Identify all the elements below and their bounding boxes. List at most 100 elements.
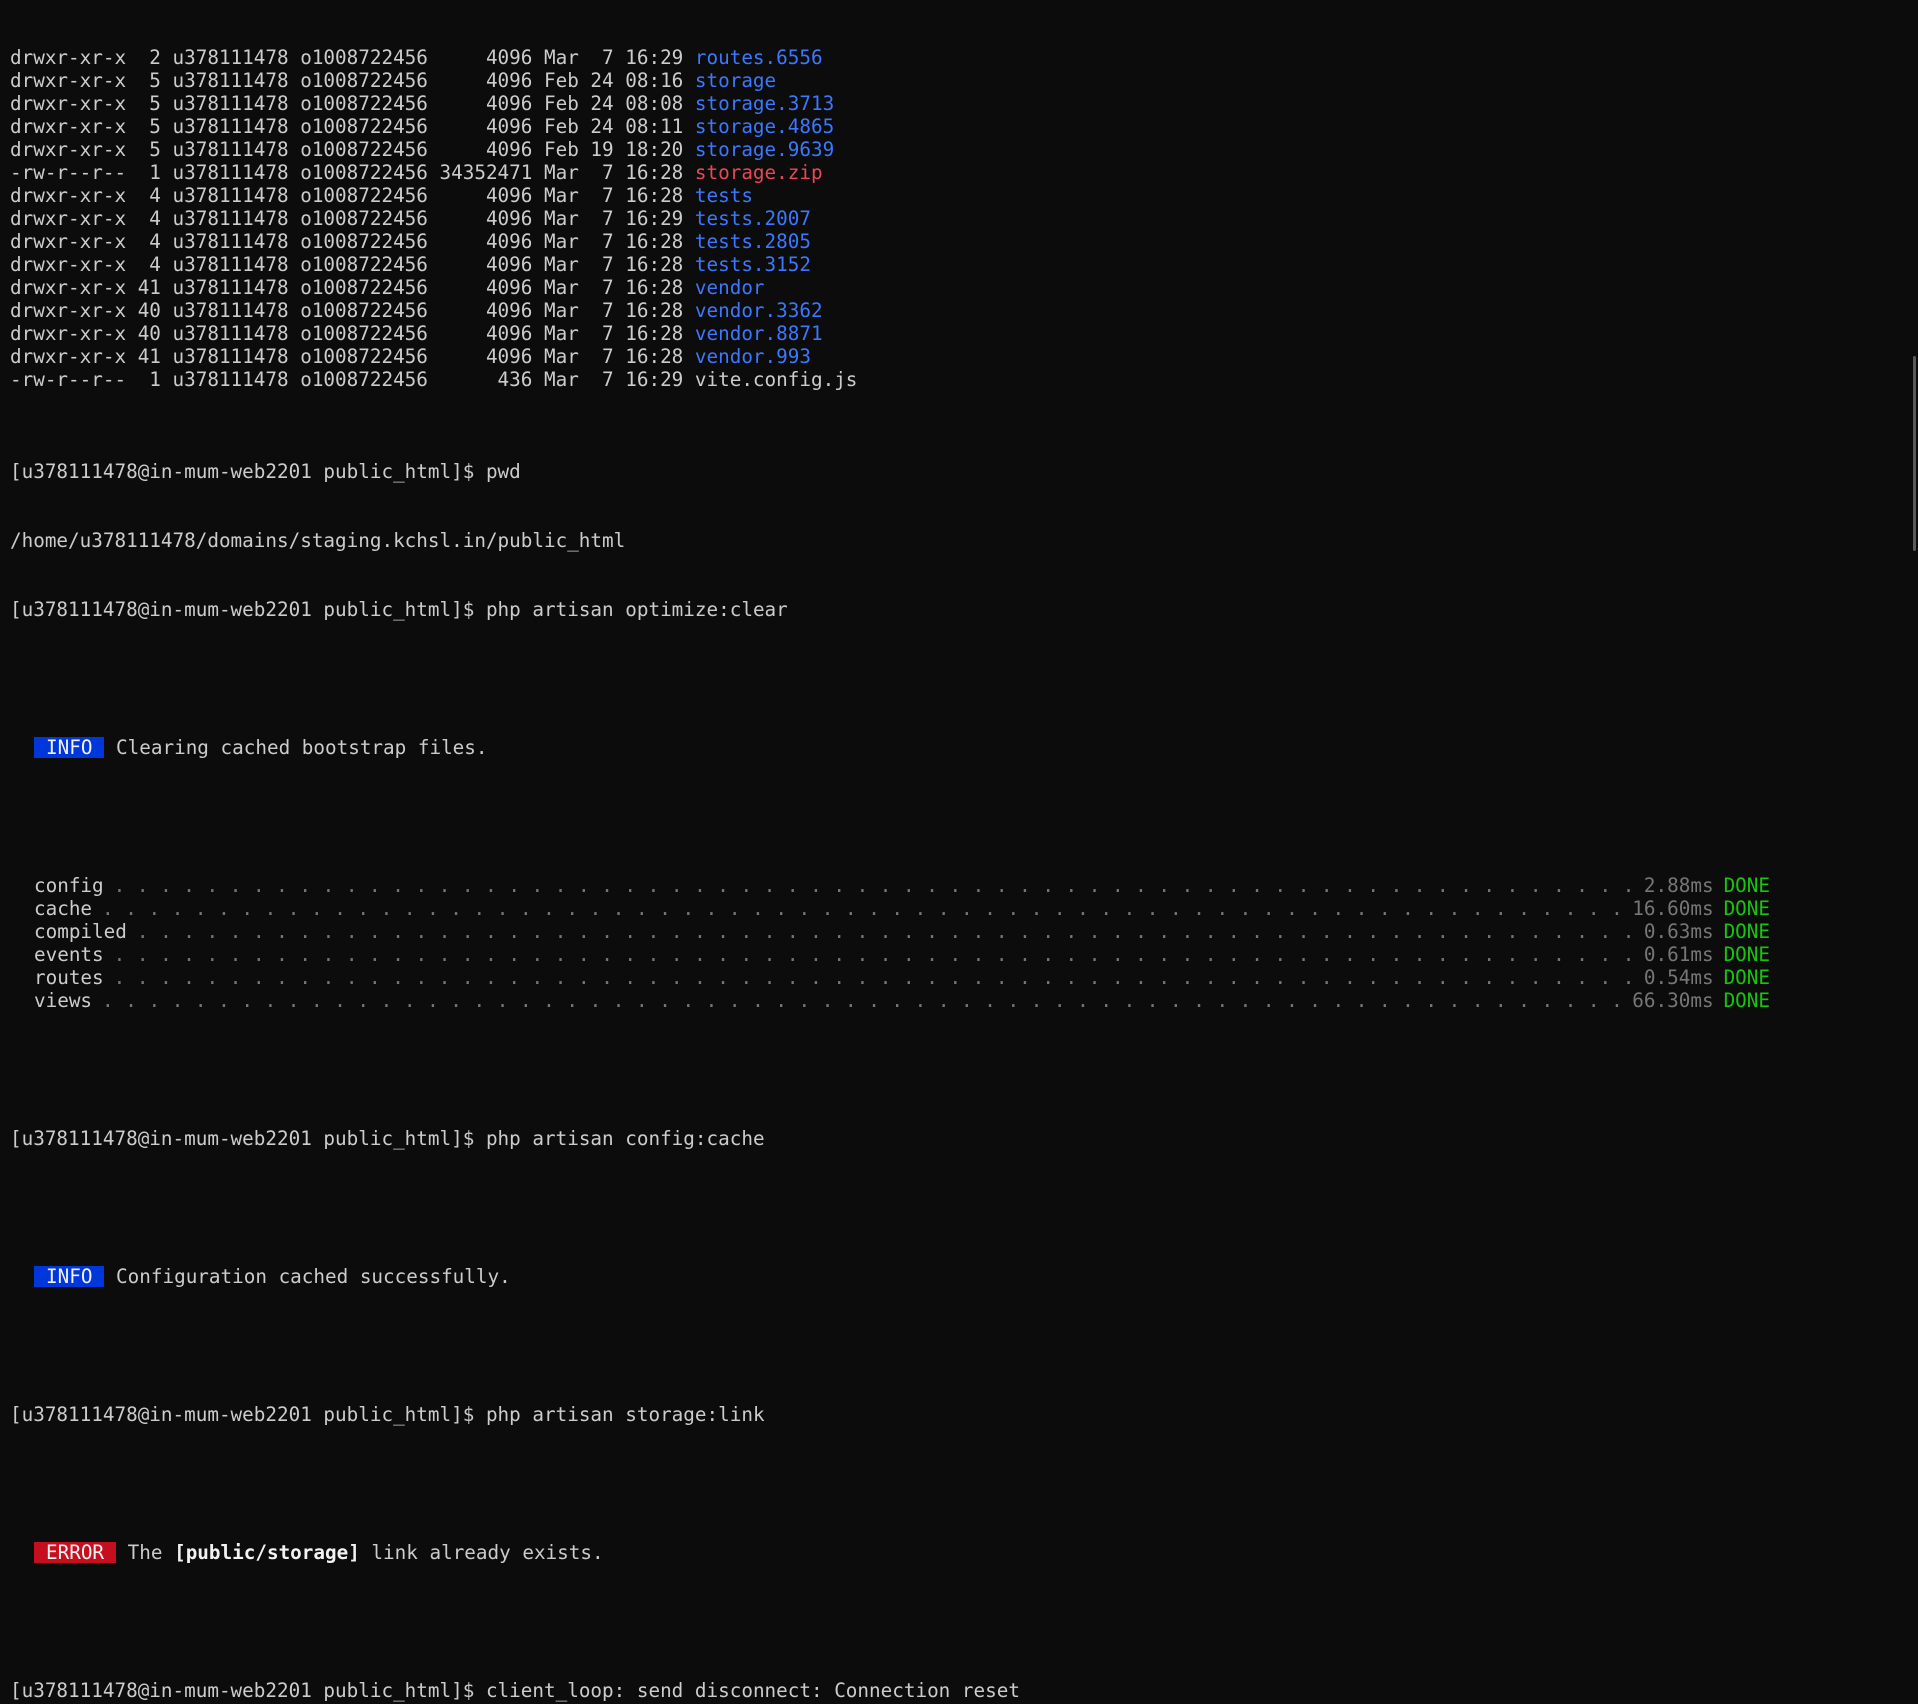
error-text-post: link already exists. — [359, 1541, 604, 1564]
file-meta: drwxr-xr-x 5 u378111478 o1008722456 4096… — [10, 138, 695, 161]
info-message-config: INFO Configuration cached successfully. — [10, 1265, 1906, 1288]
task-duration: 16.60ms — [1632, 897, 1714, 920]
file-name: vendor — [694, 276, 765, 299]
command-text: php artisan storage:link — [485, 1403, 765, 1426]
info-text: Clearing cached bootstrap files. — [116, 736, 488, 759]
listing-row: drwxr-xr-x 41 u378111478 o1008722456 409… — [10, 276, 1906, 299]
listing-row: -rw-r--r-- 1 u378111478 o1008722456 436 … — [10, 368, 1906, 391]
command-text: php artisan optimize:clear — [485, 598, 788, 621]
shell-prompt: [u378111478@in-mum-web2201 public_html]$ — [10, 1127, 486, 1150]
scrollbar-thumb[interactable] — [1913, 356, 1916, 551]
command-line-pwd: [u378111478@in-mum-web2201 public_html]$… — [10, 460, 1906, 483]
task-name: routes — [34, 966, 104, 989]
task-row: views . . . . . . . . . . . . . . . . . … — [10, 989, 1770, 1012]
task-name: views — [34, 989, 93, 1012]
task-status: DONE — [1723, 897, 1770, 920]
task-leader-dots: . . . . . . . . . . . . . . . . . . . . … — [136, 920, 1634, 943]
task-list: config . . . . . . . . . . . . . . . . .… — [10, 874, 1906, 1012]
task-row: cache . . . . . . . . . . . . . . . . . … — [10, 897, 1770, 920]
file-name: tests.3152 — [694, 253, 811, 276]
file-name: vendor.3362 — [694, 299, 823, 322]
file-name: storage — [694, 69, 777, 92]
file-name: routes.6556 — [694, 46, 823, 69]
task-name: compiled — [34, 920, 127, 943]
listing-row: drwxr-xr-x 4 u378111478 o1008722456 4096… — [10, 230, 1906, 253]
disconnect-message: client_loop: send disconnect: Connection… — [485, 1679, 1020, 1702]
file-name: storage.9639 — [694, 138, 835, 161]
task-name: cache — [34, 897, 93, 920]
task-name: events — [34, 943, 104, 966]
error-path: [public/storage] — [174, 1541, 360, 1564]
shell-prompt: [u378111478@in-mum-web2201 public_html]$ — [10, 598, 486, 621]
task-duration: 0.63ms — [1643, 920, 1714, 943]
file-meta: drwxr-xr-x 5 u378111478 o1008722456 4096… — [10, 69, 695, 92]
file-name: tests — [694, 184, 753, 207]
file-meta: drwxr-xr-x 41 u378111478 o1008722456 409… — [10, 345, 695, 368]
file-meta: drwxr-xr-x 41 u378111478 o1008722456 409… — [10, 276, 695, 299]
listing-row: drwxr-xr-x 5 u378111478 o1008722456 4096… — [10, 92, 1906, 115]
task-duration: 66.30ms — [1632, 989, 1714, 1012]
listing-row: drwxr-xr-x 40 u378111478 o1008722456 409… — [10, 322, 1906, 345]
command-line-last: [u378111478@in-mum-web2201 public_html]$… — [10, 1679, 1906, 1702]
command-line-optimize: [u378111478@in-mum-web2201 public_html]$… — [10, 598, 1906, 621]
task-name: config — [34, 874, 104, 897]
file-name: storage.zip — [694, 161, 823, 184]
task-leader-dots: . . . . . . . . . . . . . . . . . . . . … — [113, 874, 1634, 897]
error-message: ERROR The [public/storage] link already … — [10, 1541, 1906, 1564]
listing-row: drwxr-xr-x 4 u378111478 o1008722456 4096… — [10, 207, 1906, 230]
listing-row: drwxr-xr-x 41 u378111478 o1008722456 409… — [10, 345, 1906, 368]
file-meta: drwxr-xr-x 5 u378111478 o1008722456 4096… — [10, 92, 695, 115]
task-status: DONE — [1723, 989, 1770, 1012]
file-meta: -rw-r--r-- 1 u378111478 o1008722456 436 … — [10, 368, 695, 391]
file-meta: -rw-r--r-- 1 u378111478 o1008722456 3435… — [10, 161, 695, 184]
listing-row: drwxr-xr-x 5 u378111478 o1008722456 4096… — [10, 115, 1906, 138]
file-name: tests.2805 — [694, 230, 811, 253]
task-leader-dots: . . . . . . . . . . . . . . . . . . . . … — [113, 943, 1634, 966]
file-meta: drwxr-xr-x 40 u378111478 o1008722456 409… — [10, 322, 695, 345]
file-name: storage.4865 — [694, 115, 835, 138]
info-badge: INFO — [34, 1266, 105, 1287]
task-row: config . . . . . . . . . . . . . . . . .… — [10, 874, 1770, 897]
task-status: DONE — [1723, 920, 1770, 943]
terminal-output[interactable]: drwxr-xr-x 2 u378111478 o1008722456 4096… — [10, 0, 1906, 1702]
pwd-output: /home/u378111478/domains/staging.kchsl.i… — [10, 529, 626, 552]
file-meta: drwxr-xr-x 5 u378111478 o1008722456 4096… — [10, 115, 695, 138]
file-meta: drwxr-xr-x 2 u378111478 o1008722456 4096… — [10, 46, 695, 69]
file-name: storage.3713 — [694, 92, 835, 115]
command-text: pwd — [485, 460, 521, 483]
listing-row: drwxr-xr-x 5 u378111478 o1008722456 4096… — [10, 138, 1906, 161]
file-meta: drwxr-xr-x 4 u378111478 o1008722456 4096… — [10, 253, 695, 276]
file-name: vendor.8871 — [694, 322, 823, 345]
task-leader-dots: . . . . . . . . . . . . . . . . . . . . … — [102, 989, 1623, 1012]
task-duration: 0.61ms — [1643, 943, 1714, 966]
shell-prompt: [u378111478@in-mum-web2201 public_html]$ — [10, 1679, 486, 1702]
task-status: DONE — [1723, 943, 1770, 966]
task-status: DONE — [1723, 966, 1770, 989]
task-row: events . . . . . . . . . . . . . . . . .… — [10, 943, 1770, 966]
command-text: php artisan config:cache — [485, 1127, 765, 1150]
command-line-config: [u378111478@in-mum-web2201 public_html]$… — [10, 1127, 1906, 1150]
task-duration: 0.54ms — [1643, 966, 1714, 989]
task-leader-dots: . . . . . . . . . . . . . . . . . . . . … — [102, 897, 1623, 920]
file-meta: drwxr-xr-x 4 u378111478 o1008722456 4096… — [10, 184, 695, 207]
listing-row: -rw-r--r-- 1 u378111478 o1008722456 3435… — [10, 161, 1906, 184]
file-meta: drwxr-xr-x 40 u378111478 o1008722456 409… — [10, 299, 695, 322]
task-duration: 2.88ms — [1643, 874, 1714, 897]
info-badge: INFO — [34, 737, 105, 758]
error-text-pre: The — [127, 1541, 175, 1564]
listing-row: drwxr-xr-x 2 u378111478 o1008722456 4096… — [10, 46, 1906, 69]
task-status: DONE — [1723, 874, 1770, 897]
info-text: Configuration cached successfully. — [116, 1265, 511, 1288]
file-name: vendor.993 — [694, 345, 811, 368]
shell-prompt: [u378111478@in-mum-web2201 public_html]$ — [10, 460, 486, 483]
task-row: routes . . . . . . . . . . . . . . . . .… — [10, 966, 1770, 989]
file-meta: drwxr-xr-x 4 u378111478 o1008722456 4096… — [10, 230, 695, 253]
info-message-optimize: INFO Clearing cached bootstrap files. — [10, 736, 1906, 759]
listing-row: drwxr-xr-x 40 u378111478 o1008722456 409… — [10, 299, 1906, 322]
